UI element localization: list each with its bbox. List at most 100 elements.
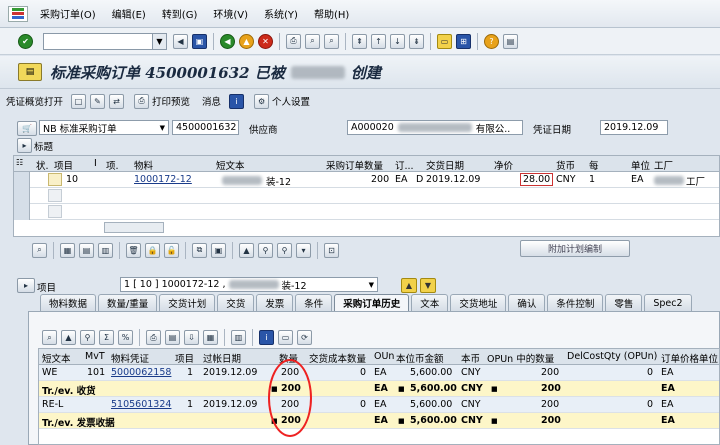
view-icon[interactable]: ▤	[165, 330, 180, 345]
col-net-price[interactable]: 净价	[494, 158, 513, 172]
layout-icon[interactable]: ▦	[203, 330, 218, 345]
info-icon[interactable]: i	[229, 93, 245, 109]
col-local-curr[interactable]: 本币	[461, 351, 480, 365]
col-delivery-date[interactable]: 交货日期	[426, 158, 464, 172]
next-item-icon[interactable]: ▼	[420, 278, 436, 293]
new-session-icon[interactable]: ▭	[437, 33, 452, 49]
item-select[interactable]: 1 [ 10 ] 1000172-12 , 装-12 ▼	[120, 277, 378, 292]
tab-delivery[interactable]: 交货	[217, 294, 255, 311]
expand-header-icon[interactable]: ▸	[17, 138, 32, 153]
export-icon[interactable]: ⇩	[184, 330, 199, 345]
last-page-icon[interactable]: ⇟	[409, 33, 424, 49]
history-row[interactable]: WE 101 5000062158 1 2019.12.09 200 0 EA …	[39, 365, 719, 381]
tab-po-history[interactable]: 采购订单历史	[334, 294, 410, 311]
items-row-empty[interactable]	[14, 188, 719, 204]
tab-confirmations[interactable]: 确认	[508, 294, 546, 311]
acct-assign-button[interactable]: 附加计划编制	[520, 240, 630, 257]
items-row-empty[interactable]	[14, 204, 719, 220]
col-currency[interactable]: 货币	[556, 158, 575, 172]
help-icon[interactable]: ?	[484, 33, 499, 49]
menu-system[interactable]: 系统(Y)	[256, 6, 306, 21]
mat-doc-link[interactable]: 5105601324	[111, 399, 171, 410]
tab-quantity-weight[interactable]: 数量/重量	[98, 294, 158, 311]
sap-menu-icon[interactable]	[8, 5, 28, 22]
col-amount-lc[interactable]: 本位币金额	[396, 351, 444, 365]
refresh-icon[interactable]: ⟳	[297, 330, 312, 345]
exit-icon[interactable]: ▲	[239, 33, 254, 49]
tab-delivery-address[interactable]: 交货地址	[450, 294, 507, 311]
deselect-icon[interactable]: ▥	[98, 242, 113, 258]
col-po-qty[interactable]: 采购订单数量	[326, 158, 383, 172]
sort-asc-icon[interactable]: ▲	[239, 242, 254, 258]
history-row[interactable]: RE-L 5105601324 1 2019.12.09 200 0 EA 5,…	[39, 397, 719, 413]
doc-icon[interactable]: ▭	[278, 330, 293, 345]
document-icon[interactable]: ▤	[18, 63, 42, 81]
col-item[interactable]: 项目	[54, 158, 73, 172]
grid-settings-icon[interactable]: ☷	[16, 158, 23, 167]
back-arrow-icon[interactable]: ◀	[173, 33, 188, 49]
menu-edit[interactable]: 编辑(E)	[104, 6, 154, 21]
collapse-item-icon[interactable]: ▸	[17, 278, 35, 293]
select-all-icon[interactable]: ▦	[60, 242, 75, 258]
history-subtotal-row[interactable]: Tr./ev. 收货 ■ 200 EA ■ 5,600.00 CNY ■ 200…	[39, 381, 719, 397]
graphic-icon[interactable]: ▥	[231, 330, 246, 345]
prev-page-icon[interactable]: ↑	[371, 33, 386, 49]
sort-asc-icon[interactable]: ▲	[61, 330, 76, 345]
find-next-icon[interactable]: ⌕	[324, 33, 339, 49]
net-price-field[interactable]: 28.00	[520, 173, 554, 186]
col-oun[interactable]: OUn	[374, 351, 394, 362]
tab-spec2[interactable]: Spec2	[644, 294, 692, 311]
next-page-icon[interactable]: ↓	[390, 33, 405, 49]
layout-icon[interactable]: ▤	[503, 33, 518, 49]
tab-retail[interactable]: 零售	[605, 294, 643, 311]
filter-icon[interactable]: ⚲	[80, 330, 95, 345]
details-icon[interactable]: ⌕	[42, 330, 57, 345]
other-doc-icon[interactable]: ⇄	[109, 93, 125, 109]
filter-set-icon[interactable]: ⚲	[277, 242, 292, 258]
col-i[interactable]: I	[94, 158, 97, 169]
horizontal-scrollbar[interactable]	[104, 222, 164, 233]
command-field[interactable]	[43, 32, 153, 50]
tab-texts[interactable]: 文本	[411, 294, 449, 311]
items-row[interactable]: 10 1000172-12 装-12 200 EA D 2019.12.09 2…	[14, 172, 719, 188]
tab-material[interactable]: 物料数据	[40, 294, 97, 311]
vendor-field[interactable]: A000020 有限公..	[347, 120, 523, 135]
tab-invoice[interactable]: 发票	[256, 294, 294, 311]
cancel-icon[interactable]: ✕	[258, 33, 273, 49]
col-short-text[interactable]: 短文本	[42, 351, 71, 365]
print-icon[interactable]: ⎙	[286, 33, 301, 49]
doc-date-field[interactable]: 2019.12.09	[600, 120, 668, 135]
col-plant[interactable]: 工厂	[654, 158, 673, 172]
info-icon[interactable]: i	[259, 330, 274, 345]
back-icon[interactable]: ◀	[220, 33, 235, 49]
copy-icon[interactable]: ⧉	[192, 242, 207, 258]
filter-icon[interactable]: ⚲	[258, 242, 273, 258]
col-short-text[interactable]: 短文本	[216, 158, 245, 172]
tab-delivery-schedule[interactable]: 交货计划	[159, 294, 216, 311]
po-number-field[interactable]: 4500001632	[172, 120, 239, 135]
unlock-icon[interactable]: 🔓	[164, 242, 179, 258]
col-per[interactable]: 每	[589, 158, 599, 172]
select-block-icon[interactable]: ▤	[79, 242, 94, 258]
col-unit[interactable]: 单位	[631, 158, 650, 172]
tab-conditions[interactable]: 条件	[295, 294, 333, 311]
menu-help[interactable]: 帮助(H)	[306, 6, 357, 21]
status-cell[interactable]	[48, 173, 62, 186]
col-ouom[interactable]: 订...	[395, 158, 414, 172]
tab-condition-control[interactable]: 条件控制	[547, 294, 604, 311]
col-status[interactable]: 状.	[36, 158, 49, 172]
col-qty-opun[interactable]: OPUn 中的数量	[487, 351, 554, 365]
chart-icon[interactable]: ▾	[296, 242, 311, 258]
find-icon[interactable]: ⌕	[305, 33, 320, 49]
row-selector[interactable]	[14, 188, 30, 204]
col-item[interactable]: 项目	[175, 351, 194, 365]
status-cell[interactable]	[48, 205, 62, 218]
material-link[interactable]: 1000172-12	[134, 174, 192, 185]
status-cell[interactable]	[48, 189, 62, 202]
delete-icon[interactable]: 🗑	[126, 242, 141, 258]
cart-icon[interactable]: 🛒	[17, 121, 37, 136]
shortcut-icon[interactable]: ⊞	[456, 33, 471, 49]
first-page-icon[interactable]: ⇞	[352, 33, 367, 49]
col-cat[interactable]: 项.	[106, 158, 119, 172]
default-values-icon[interactable]: ⊡	[324, 242, 339, 258]
